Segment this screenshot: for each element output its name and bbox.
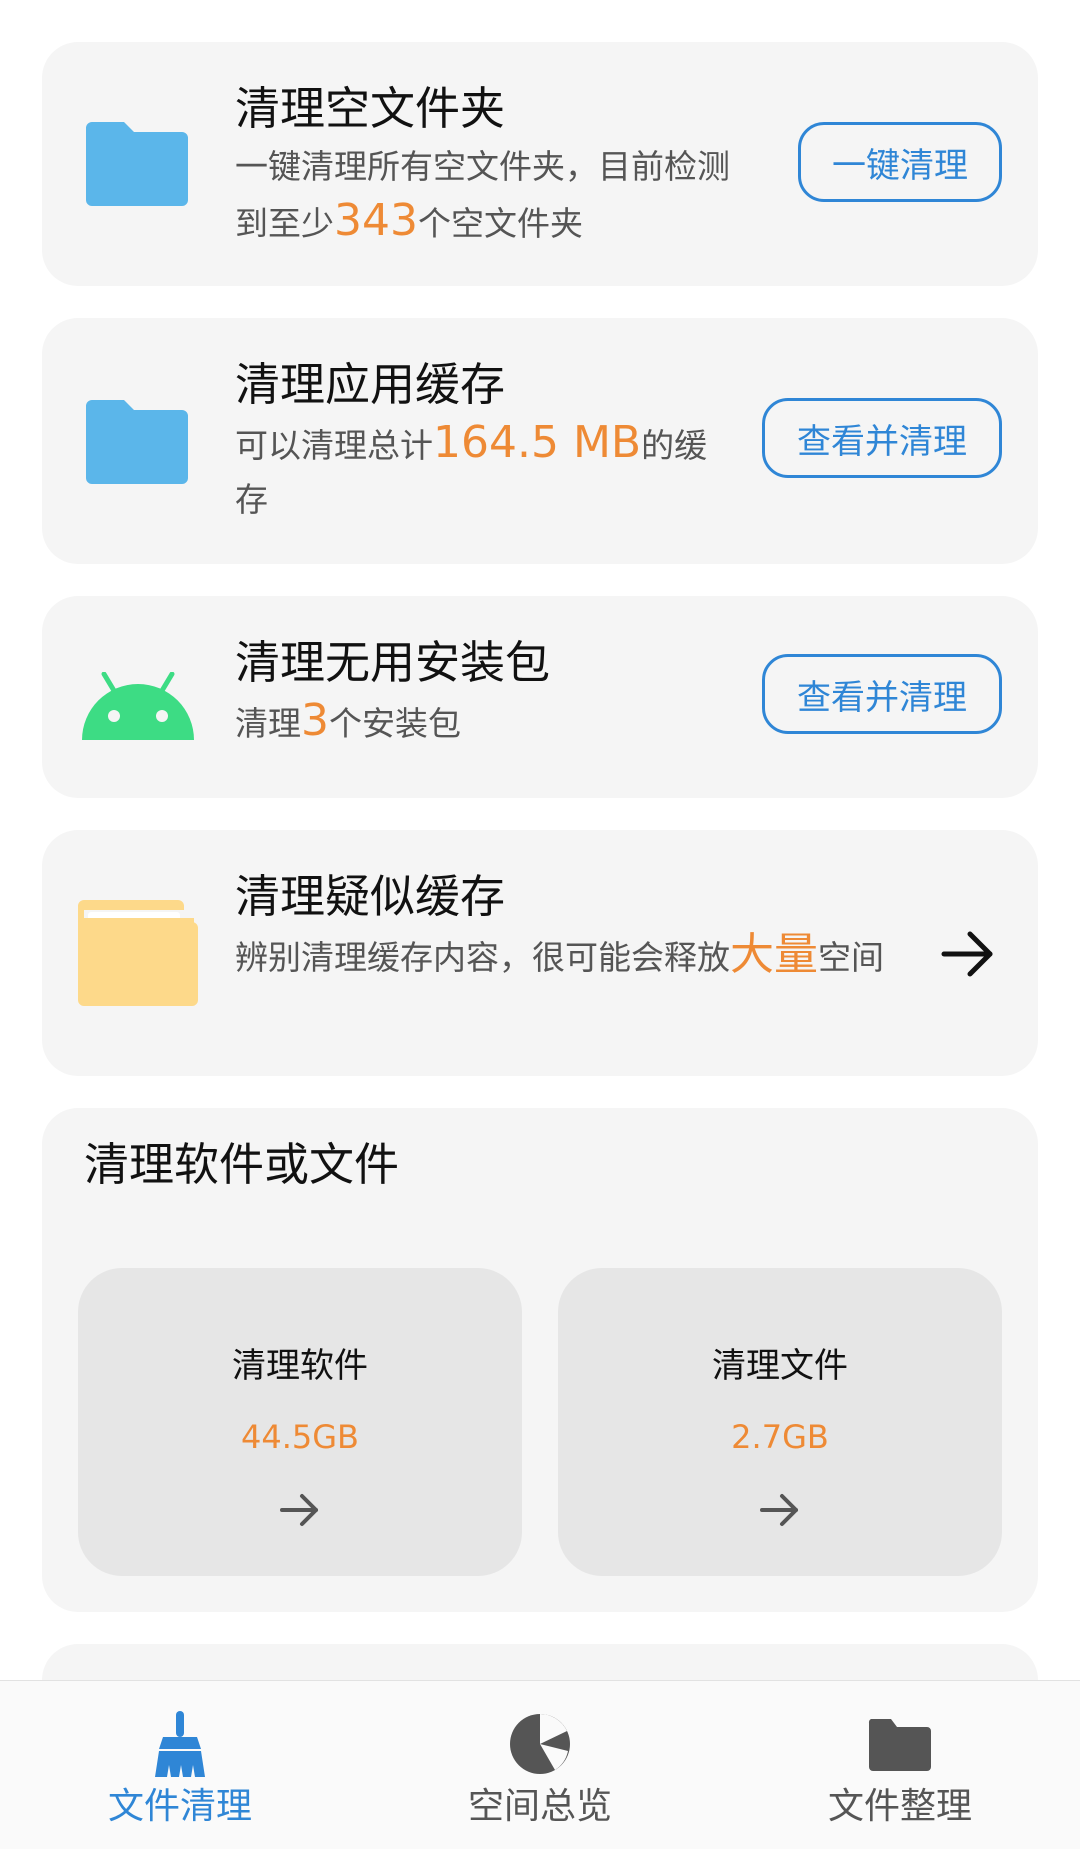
clean-software-tile[interactable]: 清理软件 44.5GB — [78, 1268, 522, 1576]
cache-size: 164.5 MB — [433, 417, 642, 468]
android-icon — [82, 672, 194, 740]
tile-label: 清理文件 — [712, 1346, 848, 1386]
folder-icon — [86, 400, 188, 484]
arrow-right-icon — [760, 1494, 798, 1526]
nav-tab-file-clean[interactable]: 文件清理 — [0, 1681, 360, 1849]
nav-label: 空间总览 — [467, 1786, 612, 1827]
empty-folder-count: 343 — [334, 195, 418, 246]
card-description: 一键清理所有空文件夹，目前检测到至少343个空文件夹 — [235, 147, 730, 246]
arrow-right-icon[interactable] — [940, 926, 996, 982]
release-highlight: 大量 — [730, 929, 818, 980]
card-description: 可以清理总计164.5 MB的缓存 — [235, 417, 708, 519]
tile-label: 清理软件 — [232, 1346, 368, 1386]
nav-label: 文件清理 — [107, 1786, 252, 1827]
nav-tab-space-overview[interactable]: 空间总览 — [360, 1681, 720, 1849]
folder-icon — [86, 122, 188, 206]
broom-icon — [155, 1711, 205, 1777]
view-and-clean-cache-button[interactable]: 查看并清理 — [762, 398, 1002, 478]
card-description: 清理3个安装包 — [235, 695, 461, 746]
card-title: 清理应用缓存 — [235, 358, 506, 411]
card-title: 清理无用安装包 — [235, 636, 551, 689]
card-title: 清理空文件夹 — [235, 82, 506, 135]
nav-tab-file-organize[interactable]: 文件整理 — [720, 1681, 1080, 1849]
section-title: 清理软件或文件 — [84, 1138, 400, 1191]
card-title: 清理疑似缓存 — [235, 870, 506, 923]
arrow-right-icon — [280, 1494, 318, 1526]
card-app-cache: 清理应用缓存 可以清理总计164.5 MB的缓存 查看并清理 — [42, 318, 1038, 564]
card-description: 辨别清理缓存内容，很可能会释放大量空间 — [235, 929, 884, 980]
bottom-navigation: 文件清理 空间总览 文件整理 — [0, 1680, 1080, 1849]
nav-label: 文件整理 — [827, 1786, 972, 1827]
card-suspected-cache[interactable]: 清理疑似缓存 辨别清理缓存内容，很可能会释放大量空间 — [42, 830, 1038, 1076]
card-apk: 清理无用安装包 清理3个安装包 查看并清理 — [42, 596, 1038, 798]
clean-files-tile[interactable]: 清理文件 2.7GB — [558, 1268, 1002, 1576]
pie-chart-icon — [510, 1714, 570, 1774]
folder-yellow-icon — [78, 900, 198, 1006]
card-empty-folders: 清理空文件夹 一键清理所有空文件夹，目前检测到至少343个空文件夹 一键清理 — [42, 42, 1038, 286]
tile-value: 2.7GB — [731, 1418, 829, 1456]
view-and-clean-apk-button[interactable]: 查看并清理 — [762, 654, 1002, 734]
one-click-clean-button[interactable]: 一键清理 — [798, 122, 1002, 202]
clean-software-or-files-section: 清理软件或文件 清理软件 44.5GB 清理文件 2.7GB — [42, 1108, 1038, 1612]
folder-icon — [868, 1719, 931, 1771]
tile-value: 44.5GB — [241, 1418, 359, 1456]
apk-count: 3 — [301, 695, 329, 746]
